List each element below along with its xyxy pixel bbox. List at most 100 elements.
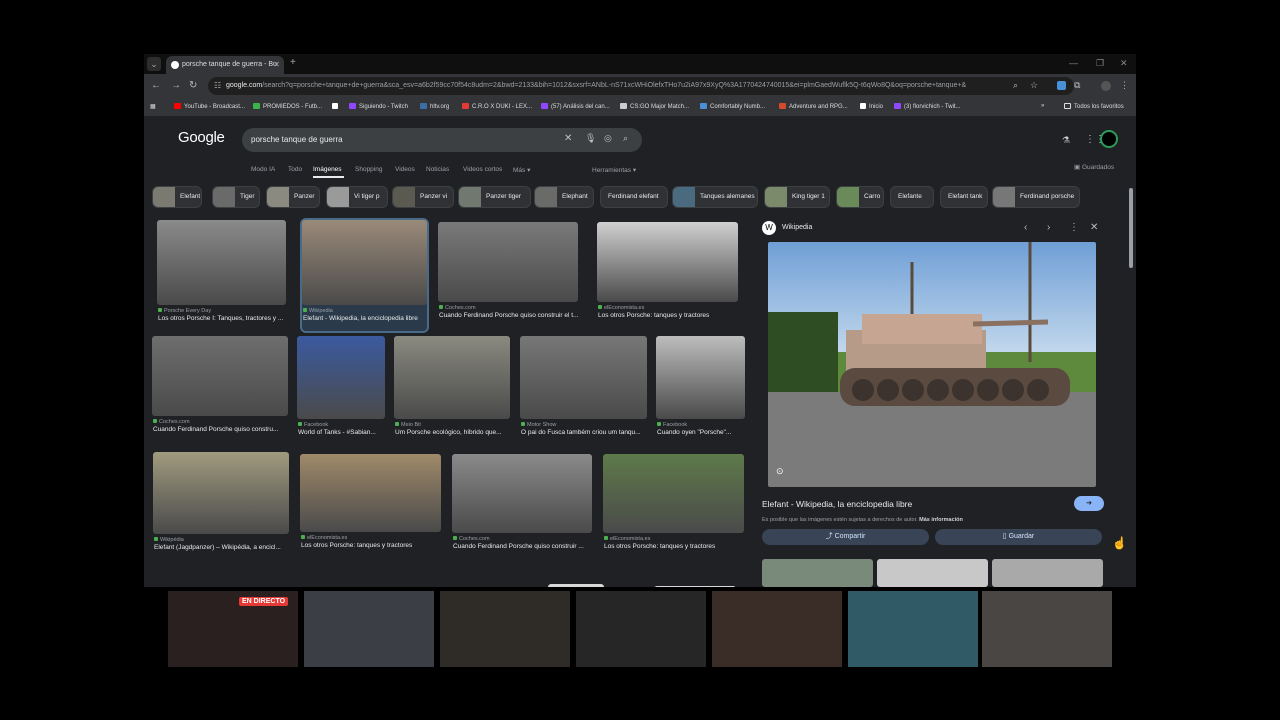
chip-ferdinand-porsche[interactable]: Ferdinand porsche [992, 186, 1080, 208]
scrollbar-thumb[interactable] [1129, 188, 1133, 268]
related-image[interactable] [877, 559, 988, 587]
bookmark-item[interactable]: Comfortably Numb... [700, 103, 765, 110]
bookmark-item[interactable]: CS:GO Major Match... [620, 103, 689, 110]
chip-elefante[interactable]: Elefante [890, 186, 934, 208]
image-result[interactable] [654, 586, 736, 587]
image-result[interactable]: elEconomista.es Los otros Porsche: tanque… [300, 454, 441, 558]
forward-icon[interactable]: → [171, 80, 181, 91]
preview-image[interactable]: ⊙ [768, 242, 1096, 487]
panel-title[interactable]: Elefant - Wikipedia, la enciclopedia lib… [762, 499, 912, 509]
lens-icon[interactable]: ◎ [604, 133, 612, 144]
search-input[interactable]: porsche tanque de guerra ✕ 🎙 ◎ ⌕ [242, 128, 642, 152]
url-field[interactable]: ☷ google.com/search?q=porsche+tanque+de+… [208, 77, 1074, 95]
zoom-icon[interactable]: ⌕ [1013, 80, 1018, 91]
tab-videos[interactable]: Videos [395, 166, 415, 173]
stream-tile[interactable] [440, 591, 570, 667]
tab-mas[interactable]: Más ▾ [513, 166, 530, 174]
browser-tab[interactable]: porsche tanque de guerra - Bu ✕ [166, 56, 284, 74]
chip-elephant[interactable]: Elephant [534, 186, 594, 208]
tab-imagenes[interactable]: Imágenes [313, 166, 342, 173]
image-result[interactable]: Facebook Cuando oyen "Porsche"... [656, 336, 745, 445]
chip-king-tiger-1[interactable]: King tiger 1 [764, 186, 830, 208]
bookmark-item[interactable]: Adventure and RPG... [779, 103, 848, 110]
apps-grid-icon[interactable]: ▦ [150, 103, 156, 110]
microphone-icon[interactable]: 🎙 [585, 133, 596, 144]
related-image[interactable] [762, 559, 873, 587]
bookmark-item[interactable]: (3) florvichich - Twit... [894, 103, 961, 110]
search-icon[interactable]: ⌕ [623, 133, 628, 144]
share-button[interactable]: ⤴ Compartir [762, 529, 929, 545]
bookmark-star-icon[interactable]: ☆ [1030, 80, 1038, 91]
chip-elefant[interactable]: Elefant [152, 186, 202, 208]
close-window-icon[interactable]: ✕ [1120, 58, 1128, 69]
image-result[interactable]: Facebook World of Tanks - #Sabian... [297, 336, 385, 445]
saved-button[interactable]: ▣ Guardados [1074, 163, 1114, 171]
tab-videos-cortos[interactable]: Videos cortos [463, 166, 502, 173]
menu-icon[interactable]: ⋮ [1120, 80, 1129, 91]
bookmark-item[interactable]: PROMIEDOS - Futb... [253, 103, 322, 110]
clear-icon[interactable]: ✕ [564, 133, 572, 144]
more-options-icon[interactable]: ⋮ [1069, 222, 1079, 233]
bookmark-item[interactable]: hltv.org [420, 103, 449, 110]
previous-icon[interactable]: ‹ [1024, 222, 1027, 233]
chip-elefant-tank[interactable]: Elefant tank [940, 186, 988, 208]
chip-panzer-vi[interactable]: Panzer vi [392, 186, 454, 208]
labs-flask-icon[interactable]: ⚗ [1062, 135, 1070, 146]
google-logo[interactable]: Google [178, 129, 225, 146]
chip-panzer-tiger[interactable]: Panzer tiger [458, 186, 531, 208]
chip-panzer[interactable]: Panzer [266, 186, 320, 208]
maximize-icon[interactable]: ❐ [1096, 58, 1104, 69]
back-icon[interactable]: ← [151, 80, 161, 91]
bookmark-item[interactable]: C.R.O X DUKI - LEX... [462, 103, 532, 110]
account-avatar[interactable] [1100, 130, 1118, 148]
image-result[interactable] [548, 584, 604, 587]
stream-tile[interactable]: EN DIRECTO [168, 591, 298, 667]
more-info-link[interactable]: Más información [919, 517, 963, 523]
image-result[interactable]: Wikipédia Elefant (Jagdpanzer) – Wikipédi… [153, 452, 289, 560]
tools-button[interactable]: Herramientas ▾ [592, 166, 636, 174]
image-result[interactable]: Wikipedia Elefant - Wikipedia, la enciclo… [300, 218, 429, 333]
bookmarks-overflow-icon[interactable]: » [1041, 103, 1044, 109]
image-result[interactable]: Porsche Every Day Los otros Porsche I: Ta… [157, 220, 286, 331]
tab-noticias[interactable]: Noticias [426, 166, 449, 173]
tab-modo-ia[interactable]: Modo IA [251, 166, 275, 173]
bookmark-item[interactable] [332, 103, 341, 110]
panel-site-name[interactable]: Wikipedia [782, 224, 812, 231]
new-tab-icon[interactable]: + [290, 57, 296, 68]
chip-vi-tiger-p[interactable]: Vi tiger p [326, 186, 388, 208]
chip-tanques-alemanes[interactable]: Tanques alemanes [672, 186, 758, 208]
stream-tile[interactable] [848, 591, 978, 667]
bookmark-item[interactable]: Siguiendo - Twitch [349, 103, 408, 110]
visit-button[interactable]: ➔ [1074, 496, 1104, 511]
extension-icon[interactable] [1057, 81, 1066, 90]
stream-tile[interactable] [982, 591, 1112, 667]
lens-search-icon[interactable]: ⊙ [776, 466, 788, 478]
image-result[interactable]: Motor Show O pai do Fusca também criou um… [520, 336, 647, 445]
image-result[interactable]: Coches.com Cuando Ferdinand Porsche quiso… [438, 222, 578, 328]
image-result[interactable]: Meio Bit Um Porsche ecológico, híbrido qu… [394, 336, 510, 445]
minimize-icon[interactable]: — [1069, 58, 1078, 68]
stream-tile[interactable] [712, 591, 842, 667]
site-info-icon[interactable]: ☷ [214, 81, 221, 90]
image-result[interactable]: elEconomista.es Los otros Porsche: tanque… [603, 454, 744, 559]
tab-shopping[interactable]: Shopping [355, 166, 382, 173]
close-panel-icon[interactable]: ✕ [1090, 222, 1098, 233]
stream-tile[interactable] [304, 591, 434, 667]
profile-icon[interactable] [1101, 81, 1111, 91]
tab-close-icon[interactable]: ✕ [273, 60, 280, 69]
image-result[interactable]: Coches.com Cuando Ferdinand Porsche quiso… [452, 454, 592, 559]
tab-search-icon[interactable]: ⌄ [147, 57, 161, 71]
bookmark-item[interactable]: YouTube - Broadcast... [174, 103, 245, 110]
chip-carro[interactable]: Carro [836, 186, 884, 208]
related-image[interactable] [992, 559, 1103, 587]
page-scrollbar[interactable] [1126, 178, 1136, 587]
reload-icon[interactable]: ↻ [189, 80, 197, 91]
image-result[interactable]: elEconomista.es Los otros Porsche: tanque… [597, 222, 738, 328]
all-bookmarks-folder[interactable]: Todos los favoritos [1064, 103, 1124, 110]
tab-todo[interactable]: Todo [288, 166, 302, 173]
image-result[interactable]: Coches.com Cuando Ferdinand Porsche quiso… [152, 336, 288, 442]
chip-tiger[interactable]: Tiger [212, 186, 260, 208]
bookmark-item[interactable]: (57) Análisis del can... [541, 103, 610, 110]
extensions-puzzle-icon[interactable]: ⧉ [1074, 80, 1080, 91]
save-button[interactable]: ▯ Guardar [935, 529, 1102, 545]
